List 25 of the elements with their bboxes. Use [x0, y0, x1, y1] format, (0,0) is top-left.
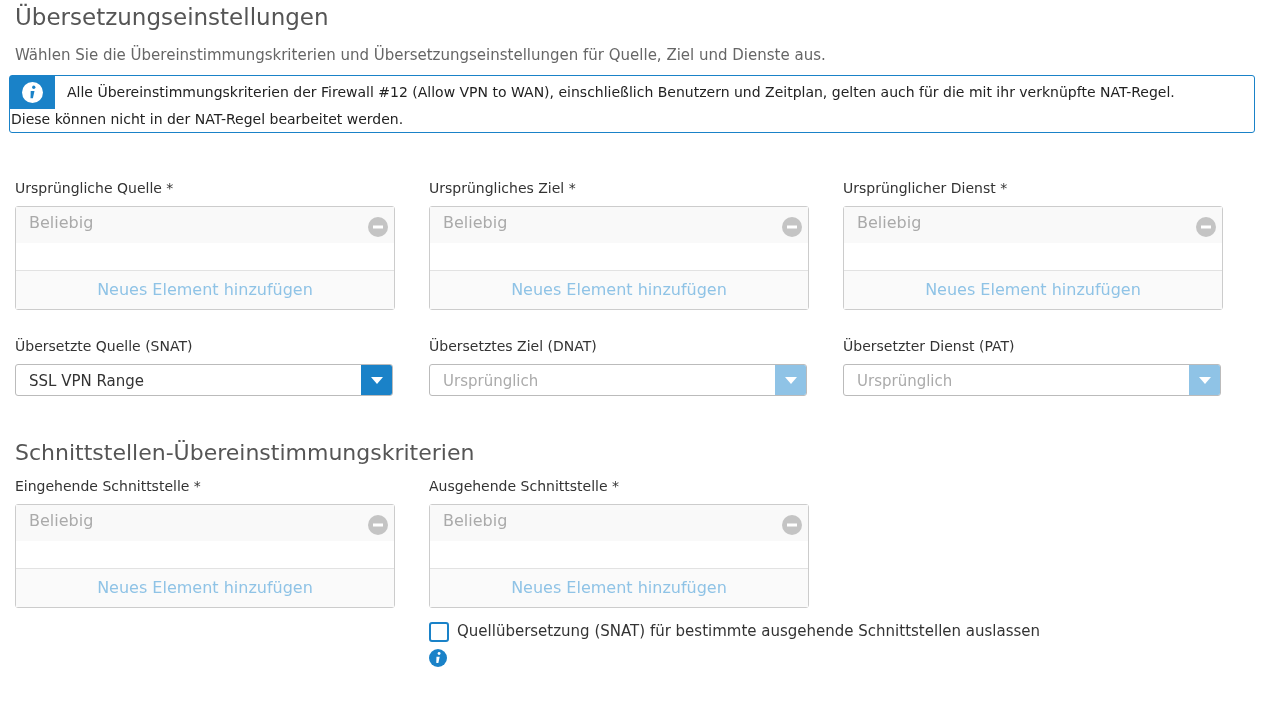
field-label: Ursprüngliches Ziel * [429, 179, 577, 199]
field-label: Ursprüngliche Quelle * [15, 179, 175, 199]
field-label: Übersetztes Ziel (DNAT) [429, 337, 598, 357]
info-text: Alle Übereinstimmungskriterien der Firewall #12 (Allow VPN to WAN), einschließlich Benutzern und Zeitplan, gelten auch für die mit ihr verknüpfte NAT-Regel. [66, 83, 1175, 103]
field-label: Übersetzter Dienst (PAT) [843, 337, 1016, 357]
placeholder-text: Beliebig [443, 510, 508, 533]
add-item-link[interactable]: Neues Element hinzufügen [430, 569, 808, 608]
field-label: Ursprünglicher Dienst * [843, 179, 1009, 199]
placeholder-text: Beliebig [443, 212, 508, 235]
section-title: Schnittstellen-Übereinstimmungskriterien [15, 440, 476, 467]
field-label: Eingehende Schnittstelle * [15, 477, 202, 497]
add-item-link[interactable]: Neues Element hinzufügen [16, 569, 394, 608]
placeholder-text: Beliebig [29, 212, 94, 235]
page-title: Übersetzungseinstellungen [15, 4, 330, 32]
placeholder-text: Beliebig [857, 212, 922, 235]
checkbox-label: Quellübersetzung (SNAT) für bestimmte ausgehende Schnittstellen auslassen [457, 621, 1041, 643]
dropdown-select[interactable]: SSL VPN Range [15, 364, 393, 397]
info-text: Diese können nicht in der NAT-Regel bearbeitet werden. [10, 110, 405, 130]
add-item-link[interactable]: Neues Element hinzufügen [16, 271, 394, 310]
field-label: Ausgehende Schnittstelle * [429, 477, 620, 497]
add-item-link[interactable]: Neues Element hinzufügen [430, 271, 808, 310]
add-item-link[interactable]: Neues Element hinzufügen [844, 271, 1222, 310]
field-label: Übersetzte Quelle (SNAT) [15, 337, 194, 357]
placeholder-text: Beliebig [29, 510, 94, 533]
page-description: Wählen Sie die Übereinstimmungskriterien und Übersetzungseinstellungen für Quelle, Ziel und Dienste aus. [15, 44, 827, 66]
